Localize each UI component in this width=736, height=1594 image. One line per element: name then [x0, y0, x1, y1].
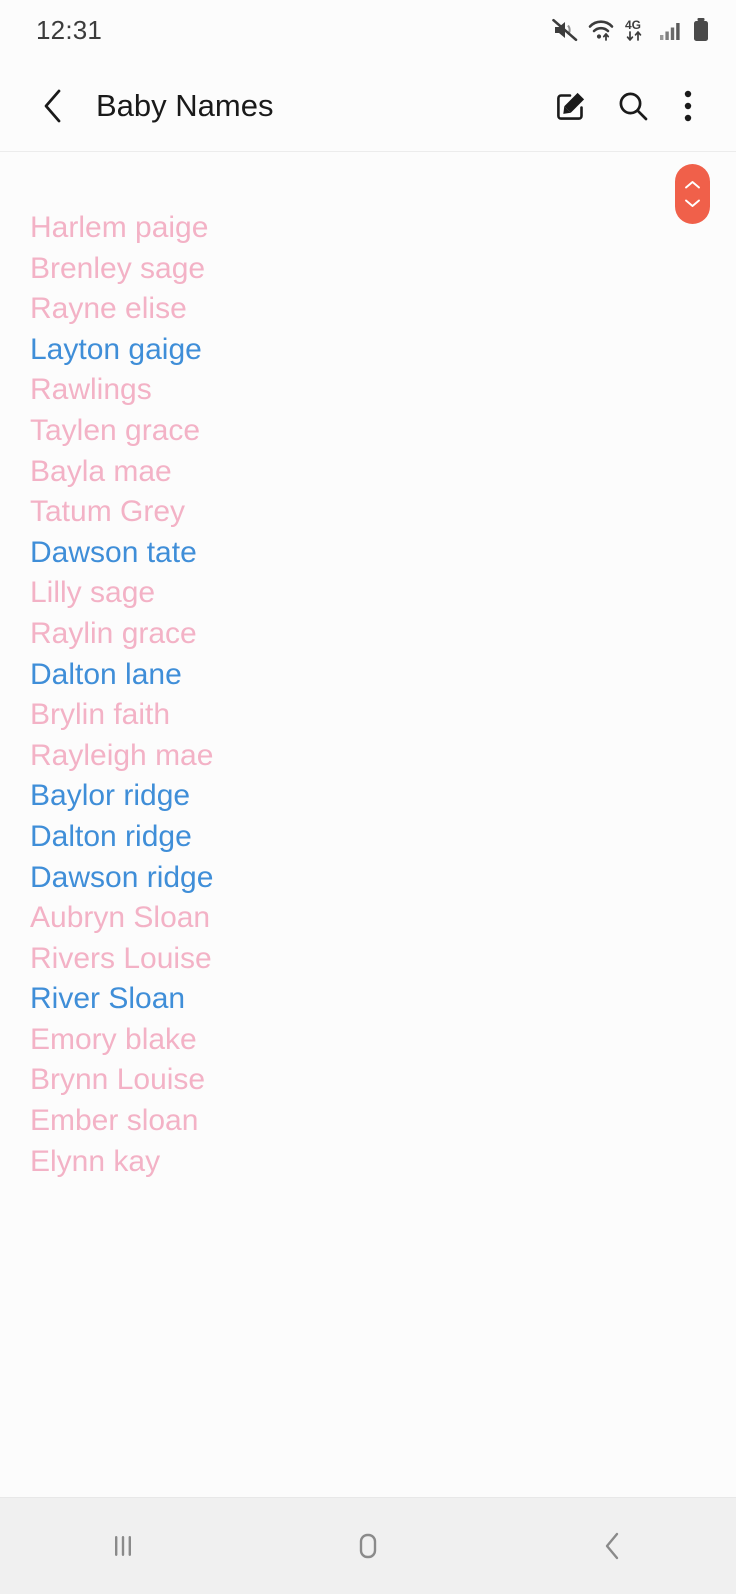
- status-bar-clock: 12:31: [36, 14, 103, 45]
- recents-icon: [114, 1536, 131, 1556]
- back-key[interactable]: [553, 1498, 673, 1594]
- page-title: Baby Names: [96, 87, 274, 123]
- note-line: Dalton ridge: [30, 819, 192, 853]
- status-bar: 12:31 4G: [0, 0, 736, 60]
- search-button[interactable]: [602, 75, 664, 137]
- note-line: Rayleigh mae: [30, 738, 214, 772]
- fast-scroll-thumb[interactable]: [675, 164, 710, 224]
- compose-button[interactable]: [540, 75, 602, 137]
- note-line: Ember sloan: [30, 1104, 199, 1138]
- note-line: Taylen grace: [30, 413, 201, 447]
- home-icon: [359, 1533, 377, 1559]
- battery-icon: [692, 17, 710, 43]
- system-navigation-bar: [0, 1497, 736, 1594]
- note-line: Brylin faith: [30, 698, 171, 732]
- note-line: Emory blake: [30, 1022, 197, 1056]
- note-line: Tatum Grey: [30, 495, 186, 529]
- note-content-area[interactable]: Harlem paige Brenley sage Rayne elise Layto…: [0, 152, 736, 1497]
- note-line: Elynn kay: [30, 1144, 161, 1178]
- back-chevron-icon: [606, 1532, 619, 1560]
- note-line: Dawson ridge: [30, 860, 214, 894]
- note-line: Brenley sage: [30, 251, 206, 285]
- back-button[interactable]: [30, 82, 78, 130]
- svg-text:4G: 4G: [625, 18, 641, 32]
- recents-key[interactable]: [63, 1498, 183, 1594]
- home-key[interactable]: [308, 1498, 428, 1594]
- note-line: Dalton lane: [30, 657, 182, 691]
- chevron-down-icon: [685, 199, 700, 207]
- note-line: Rawlings: [30, 373, 152, 407]
- note-line: Layton gaige: [30, 332, 202, 366]
- status-bar-icons: 4G: [552, 17, 710, 43]
- signal-bars-icon: [659, 18, 683, 42]
- network-4g-icon: 4G: [624, 18, 650, 42]
- overflow-button[interactable]: [664, 75, 712, 137]
- note-line: Raylin grace: [30, 616, 197, 650]
- note-line: Dawson tate: [30, 535, 197, 569]
- mute-icon: [552, 18, 578, 42]
- phone-screen: 12:31 4G Baby Names Harlem paige Brenley…: [0, 0, 736, 1594]
- chevron-up-icon: [685, 181, 700, 189]
- note-line: Rayne elise: [30, 292, 187, 326]
- note-line: Lilly sage: [30, 576, 156, 610]
- note-line: Bayla mae: [30, 454, 172, 488]
- app-bar: Baby Names: [0, 60, 736, 152]
- note-line: Rivers Louise: [30, 941, 212, 975]
- note-line: Harlem paige: [30, 211, 209, 244]
- note-line: Brynn Louise: [30, 1063, 206, 1097]
- wifi-icon: [587, 18, 615, 42]
- note-line: Aubryn Sloan: [30, 901, 211, 935]
- note-text-body[interactable]: Harlem paige Brenley sage Rayne elise Layto…: [0, 208, 736, 1182]
- note-line: Baylor ridge: [30, 779, 191, 813]
- note-line: River Sloan: [30, 982, 186, 1016]
